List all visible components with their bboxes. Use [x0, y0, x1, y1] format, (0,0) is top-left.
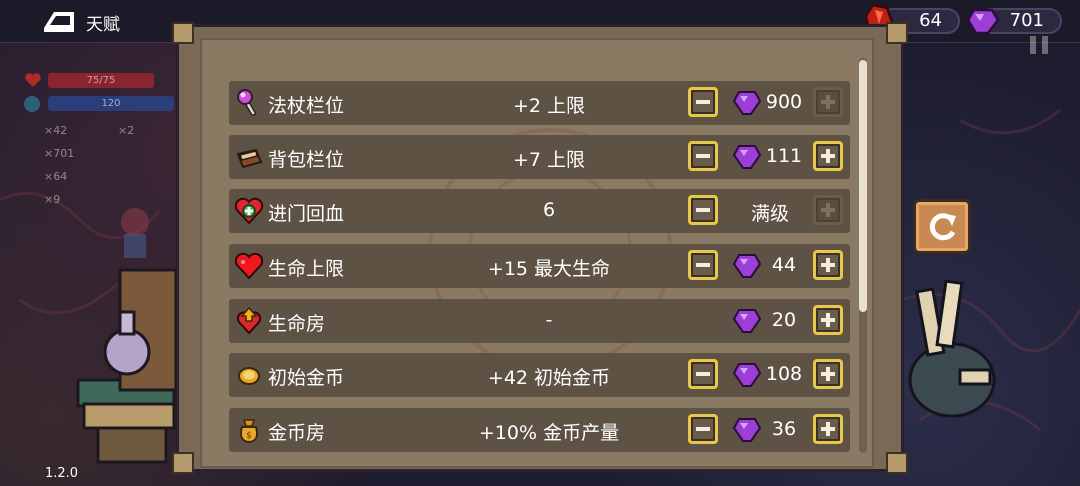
maxed-label: 满级	[750, 203, 789, 225]
talent-cost: 108	[765, 363, 803, 385]
talent-effect: +2 上限	[512, 95, 586, 117]
coin-icon	[234, 360, 264, 390]
gem-count: 701	[1009, 10, 1044, 31]
talent-effect: 6	[542, 199, 556, 221]
wand-icon	[234, 88, 264, 118]
talent-name: 初始金币	[268, 367, 345, 389]
minus-icon	[696, 100, 710, 104]
talent-cost: 20	[771, 309, 797, 331]
decrease-button[interactable]	[688, 359, 718, 389]
panel-corner-bl	[172, 452, 194, 474]
minus-icon	[696, 263, 710, 267]
page-title: 天赋	[86, 15, 120, 35]
panel-corner-tr	[886, 22, 908, 44]
mana-text: 120	[101, 98, 121, 109]
purple-gem-icon	[732, 88, 762, 118]
refresh-icon	[929, 213, 956, 241]
blood-count: 64	[919, 10, 942, 31]
hp-heart-icon	[25, 73, 41, 87]
decrease-button[interactable]	[688, 195, 718, 225]
talent-row: 初始金币 +42 初始金币 108	[229, 353, 850, 397]
mana-bar: 120	[48, 96, 174, 111]
purple-gem-icon	[732, 360, 762, 390]
money-bag-icon: $	[234, 415, 264, 445]
talent-name: 生命房	[268, 313, 326, 335]
pause-icon[interactable]	[1024, 34, 1054, 56]
purple-gem-icon	[732, 251, 762, 281]
minus-icon	[696, 372, 710, 376]
hud-keys: ×2	[118, 124, 135, 137]
decrease-button[interactable]	[688, 414, 718, 444]
panel-corner-tl	[172, 22, 194, 44]
talent-name: 生命上限	[268, 258, 345, 280]
hp-text: 75/75	[86, 75, 116, 86]
talent-effect: -	[545, 309, 553, 331]
panel-corner-br	[886, 452, 908, 474]
decrease-button[interactable]	[688, 87, 718, 117]
minus-icon	[696, 208, 710, 212]
plus-icon-vertical	[826, 258, 830, 272]
plus-icon-vertical	[826, 149, 830, 163]
purple-gem-icon	[966, 8, 1000, 35]
talent-name: 背包栏位	[268, 149, 345, 171]
increase-button[interactable]	[813, 359, 843, 389]
increase-button[interactable]	[813, 250, 843, 280]
purple-gem-icon	[732, 306, 762, 336]
plus-icon-vertical	[826, 95, 830, 109]
talent-cost: 36	[771, 418, 797, 440]
hud-blood: ×64	[44, 170, 68, 183]
plus-icon-vertical	[826, 203, 830, 217]
purple-gem-icon	[732, 142, 762, 172]
heart-room-icon	[234, 306, 264, 336]
mana-orb-icon	[24, 96, 40, 112]
purple-gem-icon	[732, 415, 762, 445]
increase-button[interactable]	[813, 414, 843, 444]
backpack-icon	[234, 142, 264, 172]
back-arrow-icon[interactable]	[40, 8, 78, 34]
plus-icon-vertical	[826, 313, 830, 327]
heart-plus-icon	[234, 196, 264, 226]
talent-row: 背包栏位 +7 上限 111	[229, 135, 850, 179]
talent-row: $ 金币房 +10% 金币产量 36	[229, 408, 850, 452]
talent-cost: 900	[765, 91, 803, 113]
talent-row: 法杖栏位 +2 上限 900	[229, 81, 850, 125]
decrease-button[interactable]	[688, 141, 718, 171]
hp-bar: 75/75	[48, 73, 154, 88]
heart-icon	[234, 251, 264, 281]
reset-talents-button[interactable]	[913, 199, 971, 254]
plus-icon-vertical	[826, 367, 830, 381]
talent-name: 金币房	[268, 422, 326, 444]
talent-name: 法杖栏位	[268, 95, 345, 117]
talent-effect: +15 最大生命	[487, 258, 611, 280]
talent-row: 生命房 - 20	[229, 299, 850, 343]
hud-coins: ×42	[44, 124, 68, 137]
talent-row: 进门回血 6 满级	[229, 189, 850, 233]
talent-effect: +42 初始金币	[487, 367, 611, 389]
svg-text:$: $	[246, 431, 252, 441]
version-label: 1.2.0	[45, 466, 79, 481]
talent-cost: 111	[765, 145, 803, 167]
increase-button[interactable]	[813, 195, 843, 225]
talent-cost: 44	[771, 254, 797, 276]
hud-other: ×9	[44, 193, 61, 206]
minus-icon	[696, 154, 710, 158]
talent-effect: +10% 金币产量	[478, 422, 620, 444]
increase-button[interactable]	[813, 141, 843, 171]
minus-icon	[696, 427, 710, 431]
hud-gems: ×701	[44, 147, 75, 160]
increase-button[interactable]	[813, 87, 843, 117]
scrollbar-thumb[interactable]	[859, 60, 867, 312]
talent-row: 生命上限 +15 最大生命 44	[229, 244, 850, 288]
increase-button[interactable]	[813, 305, 843, 335]
decrease-button[interactable]	[688, 250, 718, 280]
talent-name: 进门回血	[268, 203, 345, 225]
talent-effect: +7 上限	[512, 149, 586, 171]
plus-icon-vertical	[826, 422, 830, 436]
